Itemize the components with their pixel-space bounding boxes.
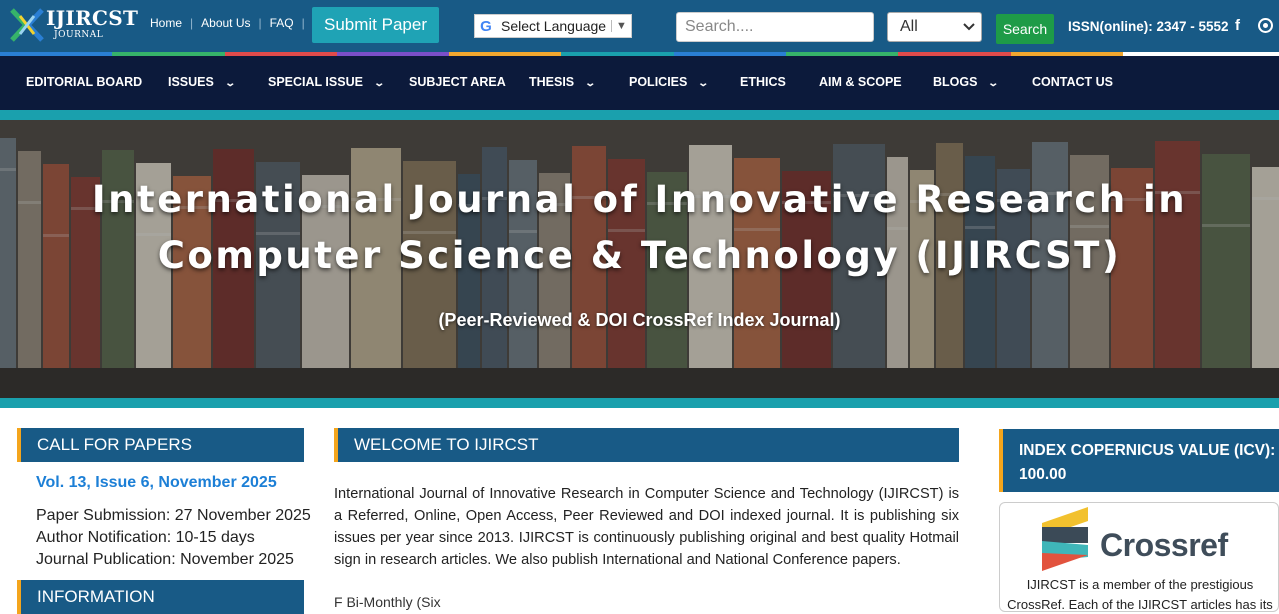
submit-paper-button[interactable]: Submit Paper bbox=[312, 7, 439, 43]
crossref-brand: Crossref bbox=[1100, 527, 1228, 563]
main-nav: EDITORIAL BOARD ISSUES ⌄ SPECIAL ISSUE ⌄ S… bbox=[0, 56, 1279, 110]
crossref-text-line-2: CrossRef. Each of the IJIRCST articles h… bbox=[1007, 597, 1273, 612]
welcome-next-line: F Bi-Monthly (Six bbox=[334, 594, 441, 610]
nav-label: POLICIES bbox=[629, 75, 688, 89]
search-input[interactable]: Search.... bbox=[676, 12, 874, 42]
nav-thesis[interactable]: THESIS ⌄ bbox=[529, 75, 597, 89]
top-links: Home | About Us | FAQ | bbox=[150, 16, 313, 30]
search-filter-select[interactable]: All bbox=[887, 12, 982, 42]
nav-label: BLOGS bbox=[933, 75, 978, 89]
welcome-text: International Journal of Innovative Rese… bbox=[334, 486, 959, 568]
whatsapp-icon[interactable] bbox=[1258, 18, 1273, 33]
chevron-down-icon: ⌄ bbox=[584, 78, 597, 89]
icv-label: INDEX COPERNICUS VALUE (ICV): bbox=[1019, 442, 1276, 459]
hero-top-band bbox=[0, 110, 1279, 120]
logo-text: IJIRCST bbox=[46, 6, 139, 30]
about-us-link[interactable]: About Us bbox=[201, 16, 250, 30]
divider: | bbox=[258, 16, 262, 30]
crossref-text-line-1: IJIRCST is a member of the prestigious bbox=[1026, 577, 1254, 592]
nav-special-issue[interactable]: SPECIAL ISSUE ⌄ bbox=[268, 75, 386, 89]
chevron-down-icon bbox=[963, 23, 975, 31]
nav-subject-area[interactable]: SUBJECT AREA bbox=[409, 75, 506, 89]
chevron-down-icon: ⌄ bbox=[987, 78, 1000, 89]
information-heading: INFORMATION bbox=[17, 580, 304, 614]
nav-label: ETHICS bbox=[740, 75, 786, 89]
nav-label: AIM & SCOPE bbox=[819, 75, 902, 89]
nav-contact-us[interactable]: CONTACT US bbox=[1032, 75, 1113, 89]
top-header: IJIRCST JOURNAL Home | About Us | FAQ | … bbox=[0, 0, 1279, 52]
google-icon: G bbox=[480, 17, 492, 35]
chevron-down-icon: ⌄ bbox=[224, 78, 236, 89]
hero-bottom-band bbox=[0, 398, 1279, 408]
language-selector[interactable]: G Select Language ▼ bbox=[474, 14, 632, 38]
nav-label: SUBJECT AREA bbox=[409, 75, 506, 89]
issn-text: ISSN(online): 2347 - 5552 bbox=[1068, 19, 1229, 34]
language-label: Select Language bbox=[501, 18, 607, 34]
faq-link[interactable]: FAQ bbox=[270, 16, 294, 30]
hero-subtitle: (Peer-Reviewed & DOI CrossRef Index Jour… bbox=[438, 310, 841, 330]
divider: | bbox=[190, 16, 194, 30]
nav-editorial-board[interactable]: EDITORIAL BOARD bbox=[26, 75, 142, 89]
crossref-card[interactable]: Crossref IJIRCST is a member of the pres… bbox=[999, 502, 1279, 612]
nav-label: ISSUES bbox=[168, 75, 214, 89]
nav-ethics[interactable]: ETHICS bbox=[740, 75, 786, 89]
welcome-heading: WELCOME TO IJIRCST bbox=[334, 428, 959, 462]
cfp-volume-link[interactable]: Vol. 13, Issue 6, November 2025 bbox=[36, 474, 277, 492]
cfp-publication: Journal Publication: November 2025 bbox=[36, 551, 294, 568]
hero-title: International Journal of Innovative Rese… bbox=[0, 172, 1279, 284]
logo-subtext: JOURNAL bbox=[54, 30, 104, 40]
site-logo[interactable]: IJIRCST JOURNAL bbox=[6, 4, 140, 46]
nav-label: THESIS bbox=[529, 75, 575, 89]
cfp-submission: Paper Submission: 27 November 2025 bbox=[36, 507, 311, 524]
nav-label: CONTACT US bbox=[1032, 75, 1114, 89]
hero-title-line-1: International Journal of Innovative Rese… bbox=[91, 178, 1188, 221]
hero-banner: International Journal of Innovative Rese… bbox=[0, 120, 1279, 398]
chevron-down-icon: ▼ bbox=[611, 20, 631, 32]
crossref-text: IJIRCST is a member of the prestigious C… bbox=[1000, 575, 1278, 612]
chevron-down-icon: ⌄ bbox=[697, 78, 710, 89]
logo-mark-icon bbox=[10, 8, 44, 42]
hero-title-line-2: Computer Science & Technology (IJIRCST) bbox=[157, 234, 1122, 277]
nav-label: EDITORIAL BOARD bbox=[26, 75, 143, 89]
nav-issues[interactable]: ISSUES ⌄ bbox=[168, 75, 236, 89]
chevron-down-icon: ⌄ bbox=[373, 78, 386, 89]
home-link[interactable]: Home bbox=[150, 16, 182, 30]
call-for-papers-heading: CALL FOR PAPERS bbox=[17, 428, 304, 462]
nav-aim-scope[interactable]: AIM & SCOPE bbox=[819, 75, 902, 89]
nav-label: SPECIAL ISSUE bbox=[268, 75, 363, 89]
filter-value: All bbox=[900, 18, 918, 35]
nav-policies[interactable]: POLICIES ⌄ bbox=[629, 75, 710, 89]
cfp-notification: Author Notification: 10-15 days bbox=[36, 529, 255, 546]
search-button[interactable]: Search bbox=[996, 14, 1054, 44]
divider: | bbox=[301, 16, 305, 30]
crossref-logo-icon bbox=[1042, 507, 1088, 571]
facebook-icon[interactable]: f bbox=[1235, 17, 1240, 34]
icv-value: 100.00 bbox=[1019, 466, 1067, 483]
icv-heading: INDEX COPERNICUS VALUE (ICV): 100.00 bbox=[999, 429, 1279, 492]
nav-blogs[interactable]: BLOGS ⌄ bbox=[933, 75, 1000, 89]
